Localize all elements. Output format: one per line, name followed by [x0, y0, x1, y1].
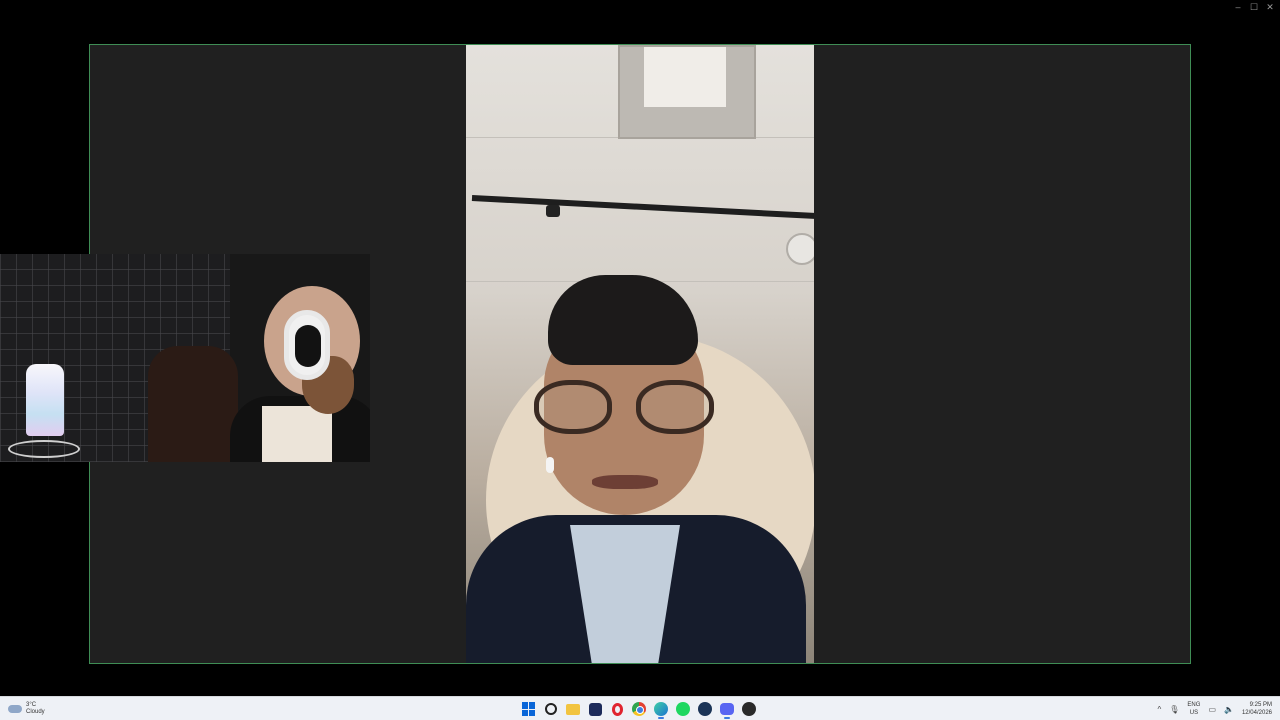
headphones — [284, 310, 330, 380]
discord-icon — [720, 703, 734, 715]
spotlight — [546, 205, 560, 217]
start-button[interactable] — [521, 701, 537, 717]
search-icon — [545, 703, 557, 715]
obs-icon — [742, 702, 756, 716]
local-shirt — [262, 406, 332, 462]
remote-mouth — [592, 475, 658, 489]
steam-button[interactable] — [697, 701, 713, 717]
chrome-icon — [632, 702, 646, 716]
weather-widget[interactable]: 3°C Cloudy — [8, 700, 45, 718]
search-button[interactable] — [543, 701, 559, 717]
ceiling-speaker — [786, 233, 814, 265]
file-explorer-button[interactable] — [565, 701, 581, 717]
edge-icon — [654, 702, 668, 716]
volume-icon[interactable]: 🔈 — [1224, 705, 1234, 714]
headphone-cup — [295, 325, 321, 367]
running-indicator — [658, 717, 664, 719]
studio-icon — [588, 702, 602, 716]
weather-condition: Cloudy — [26, 709, 45, 715]
spotify-button[interactable] — [675, 701, 691, 717]
steam-icon — [698, 702, 712, 716]
vent-panel — [644, 47, 726, 107]
local-participant — [230, 276, 370, 462]
start-icon — [522, 702, 536, 716]
mic-stand-base — [8, 440, 80, 458]
language-secondary: US — [1189, 710, 1199, 716]
running-indicator — [724, 717, 730, 719]
obs-button[interactable] — [741, 701, 757, 717]
weather-text: 3°C Cloudy — [26, 702, 45, 716]
clock-date: 12/04/2026 — [1241, 710, 1272, 716]
gaming-chair — [148, 346, 238, 462]
taskbar: 3°C Cloudy ^ 🎙 ENG US ▭ 🔈 9:25 PM 12/04/… — [0, 696, 1280, 720]
language-indicator[interactable]: ENG US — [1187, 701, 1200, 717]
network-icon[interactable]: ▭ — [1208, 705, 1216, 714]
weather-temperature: 3°C — [26, 702, 37, 708]
window-controls: – ☐ ✕ — [1230, 0, 1278, 14]
opera-button[interactable] — [609, 701, 625, 717]
close-button[interactable]: ✕ — [1262, 0, 1278, 14]
maximize-button[interactable]: ☐ — [1246, 0, 1262, 14]
studio-app-button[interactable] — [587, 701, 603, 717]
folder-icon — [566, 703, 580, 715]
opera-icon — [611, 702, 623, 716]
language-primary: ENG — [1187, 702, 1201, 708]
chrome-button[interactable] — [631, 701, 647, 717]
remote-participant-video[interactable] — [466, 45, 814, 663]
system-tray: ^ 🎙 ENG US ▭ 🔈 9:25 PM 12/04/2026 — [1158, 699, 1273, 719]
spotify-icon — [676, 702, 690, 716]
remote-participant — [466, 275, 806, 663]
remote-glasses — [534, 380, 714, 436]
minimize-button[interactable]: – — [1230, 0, 1246, 14]
glasses-lens — [534, 380, 612, 434]
discord-button[interactable] — [719, 701, 735, 719]
self-view-video[interactable] — [0, 254, 370, 462]
video-call-window: – ☐ ✕ — [0, 0, 1280, 696]
clock[interactable]: 9:25 PM 12/04/2026 — [1242, 701, 1272, 717]
show-hidden-icons-chevron-icon[interactable]: ^ — [1158, 705, 1162, 714]
glasses-lens — [636, 380, 714, 434]
earbud — [546, 457, 554, 473]
remote-hair — [548, 275, 698, 365]
ceiling-vent — [618, 45, 756, 139]
cloud-icon — [8, 705, 22, 713]
edge-button[interactable] — [653, 701, 669, 719]
rgb-lamp — [26, 364, 64, 436]
taskbar-app-list — [521, 699, 757, 719]
clock-time: 9:25 PM — [1249, 702, 1272, 708]
track-light-rail — [471, 195, 814, 219]
microphone-icon[interactable]: 🎙 — [1169, 705, 1179, 714]
